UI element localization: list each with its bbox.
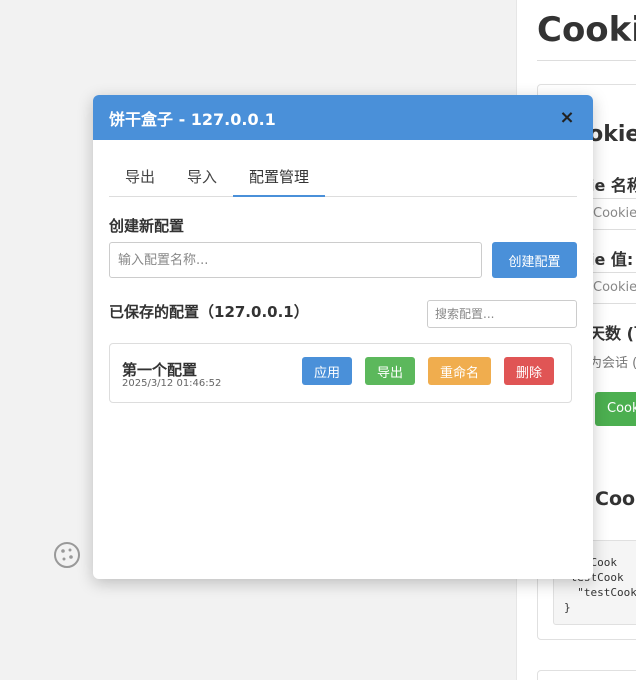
- cookie-value-input[interactable]: Cookie: [587, 272, 636, 304]
- saved-configs-title: 已保存的配置（127.0.0.1）: [109, 303, 309, 321]
- modal-title: 饼干盒子 - 127.0.0.1: [109, 109, 276, 129]
- cookie-days-hint: 为会话 (: [589, 356, 636, 371]
- cookie-list-heading: Cooki: [595, 488, 636, 510]
- tab-export[interactable]: 导出: [109, 158, 171, 197]
- cookie-value-label: ie 值:: [589, 250, 634, 269]
- cookie-box-modal: 饼干盒子 - 127.0.0.1 × 导出 导入 配置管理 创建新配置 创建配置…: [93, 95, 593, 579]
- create-config-title: 创建新配置: [109, 217, 185, 235]
- modal-header: 饼干盒子 - 127.0.0.1 ×: [93, 95, 593, 140]
- export-button[interactable]: 导出: [365, 357, 415, 385]
- apply-button[interactable]: 应用: [302, 357, 352, 385]
- search-config-input[interactable]: [427, 300, 577, 328]
- close-icon[interactable]: ×: [557, 107, 577, 128]
- create-config-button[interactable]: 创建配置: [492, 242, 577, 278]
- cookie-days-label: 天数 (可: [589, 324, 636, 343]
- set-cookie-button[interactable]: Cookie: [595, 392, 636, 426]
- cookie-name-label: ie 名称: [589, 176, 636, 195]
- delete-button[interactable]: 删除: [504, 357, 554, 385]
- config-date: 2025/3/12 01:46:52: [122, 378, 222, 389]
- page-title: Cookie: [537, 10, 636, 50]
- title-divider: [537, 60, 636, 61]
- secondary-card: [537, 670, 636, 680]
- cookie-name-input[interactable]: Cookie: [587, 198, 636, 230]
- list-item: 第一个配置 2025/3/12 01:46:52 应用 导出 重命名 删除: [109, 343, 572, 403]
- config-name: 第一个配置: [122, 361, 198, 379]
- cookie-icon[interactable]: [52, 540, 82, 570]
- tab-config-management[interactable]: 配置管理: [233, 158, 326, 197]
- tab-bar: 导出 导入 配置管理: [109, 158, 577, 197]
- config-name-input[interactable]: [109, 242, 482, 278]
- rename-button[interactable]: 重命名: [428, 357, 491, 385]
- tab-import[interactable]: 导入: [171, 158, 233, 197]
